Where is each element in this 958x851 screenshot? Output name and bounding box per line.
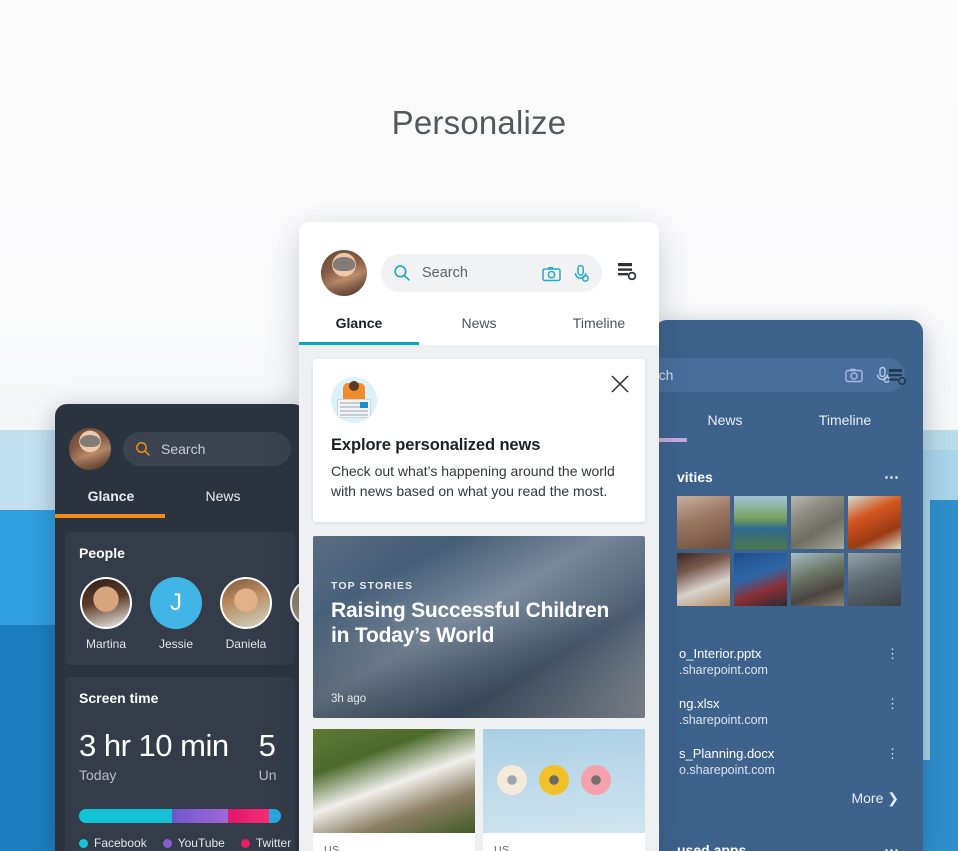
tab-bar: Glance News Timeline (299, 315, 659, 342)
hero-timestamp: 3h ago (331, 692, 367, 705)
puppy-photo (313, 728, 475, 833)
list-item[interactable] (791, 553, 844, 606)
hero-title: Raising Successful Children in Today’s W… (331, 598, 610, 647)
tab-glance[interactable]: Glance (299, 315, 419, 342)
legend-item: Facebook (79, 836, 147, 850)
search-placeholder: Search (161, 441, 206, 457)
avatar (80, 577, 132, 629)
list-item[interactable]: J Jessie (149, 577, 203, 651)
list-item[interactable] (734, 496, 787, 549)
search-placeholder: Search (422, 265, 468, 281)
table-row[interactable]: o_Interior.pptx .sharepoint.com ⋮ (677, 636, 901, 686)
doughnuts-photo (483, 728, 645, 833)
close-icon[interactable] (609, 373, 631, 395)
usage-bar (79, 809, 281, 823)
tab-glance[interactable]: Glance (55, 488, 167, 514)
more-vertical-icon[interactable]: ⋮ (886, 746, 899, 760)
tab-news[interactable]: News (665, 412, 785, 438)
tab-bar: Glance News (55, 488, 305, 514)
avatar: J (150, 577, 202, 629)
news-source: US (324, 843, 340, 851)
tab-news[interactable]: News (167, 488, 279, 514)
tab-bar: News Timeline (655, 412, 923, 438)
active-tab-indicator (299, 342, 659, 345)
people-card: People Martina J Jessie Daniela (65, 532, 305, 665)
list-item[interactable]: Daniela (219, 577, 273, 651)
stat-unlocks: 5 Un (258, 728, 277, 783)
tab-timeline[interactable]: Timeline (785, 412, 905, 438)
more-button[interactable]: More ❯ (677, 786, 901, 809)
avatar[interactable] (69, 428, 111, 470)
news-source: US (494, 843, 510, 851)
center-phone-panel: Search Glance News Timeline Explore pers… (299, 222, 659, 851)
activities-card-title: vities (677, 469, 713, 485)
active-tab-indicator (55, 514, 165, 518)
table-row[interactable]: s_Planning.docx o.sharepoint.com ⋮ (677, 736, 901, 786)
people-card-title: People (79, 545, 125, 561)
search-input[interactable]: Search (123, 432, 291, 466)
usage-legend: Facebook YouTube Twitter (79, 836, 291, 850)
left-phone-panel: Search Glance News People Martina J Jess… (55, 404, 305, 851)
list-item[interactable] (734, 553, 787, 606)
right-phone-panel: Search (655, 320, 923, 851)
camera-icon[interactable] (845, 367, 863, 383)
list-item[interactable]: Martina (79, 577, 133, 651)
avatar (220, 577, 272, 629)
avatar[interactable] (321, 250, 367, 296)
chevron-right-icon: ❯ (887, 790, 899, 806)
apps-card: used apps ⋯ (663, 829, 915, 851)
search-input[interactable]: Search (655, 358, 905, 392)
people-list: Martina J Jessie Daniela (79, 577, 305, 651)
list-settings-icon[interactable] (616, 260, 637, 286)
list-item[interactable] (848, 496, 901, 549)
news-card[interactable]: US Who Started National Doughnut Day? (483, 728, 645, 851)
news-reader-icon (331, 377, 377, 423)
content-area: Explore personalized news Check out what… (299, 345, 659, 851)
page-title: Personalize (391, 104, 567, 141)
apps-card-title: used apps (677, 842, 747, 851)
news-card-row: US Why You Should Adopt A Shelter Animal… (313, 728, 645, 851)
active-tab-indicator (655, 438, 687, 442)
more-vertical-icon[interactable]: ⋮ (886, 646, 899, 660)
search-icon (136, 442, 151, 457)
photo-grid (677, 496, 901, 606)
camera-icon[interactable] (542, 265, 561, 282)
tab-news[interactable]: News (419, 315, 539, 342)
files-card: o_Interior.pptx .sharepoint.com ⋮ ng.xls… (663, 624, 915, 821)
table-row[interactable]: ng.xlsx .sharepoint.com ⋮ (677, 686, 901, 736)
list-item[interactable] (677, 496, 730, 549)
search-icon (394, 265, 410, 281)
stat-today: 3 hr 10 min Today (79, 728, 229, 783)
news-card[interactable]: US Why You Should Adopt A Shelter Animal (313, 728, 475, 851)
promo-card: Explore personalized news Check out what… (313, 359, 645, 522)
more-horizontal-icon[interactable]: ⋯ (884, 468, 901, 486)
more-horizontal-icon[interactable]: ⋯ (884, 841, 901, 851)
search-input[interactable]: Search (381, 254, 602, 292)
tab-timeline[interactable]: Timeline (539, 315, 659, 342)
list-item[interactable] (848, 553, 901, 606)
activities-card: vities ⋯ (663, 456, 915, 618)
screenshot-stage: Personalize Search Glance News People Ma… (0, 0, 958, 851)
promo-title: Explore personalized news (331, 436, 541, 454)
screen-time-title: Screen time (79, 690, 159, 706)
more-vertical-icon[interactable]: ⋮ (886, 696, 899, 710)
list-item[interactable] (677, 553, 730, 606)
screen-time-card: Screen time 3 hr 10 min Today 5 Un Faceb… (65, 677, 295, 851)
promo-body: Check out what’s happening around the wo… (331, 463, 615, 499)
list-item[interactable] (791, 496, 844, 549)
microphone-icon[interactable] (573, 264, 590, 283)
hero-story-card[interactable]: TOP STORIES Raising Successful Children … (313, 535, 645, 718)
list-settings-icon[interactable] (887, 366, 907, 391)
legend-item: YouTube (162, 836, 225, 850)
hero-kicker: TOP STORIES (331, 579, 414, 592)
legend-item: Twitter (240, 836, 291, 850)
